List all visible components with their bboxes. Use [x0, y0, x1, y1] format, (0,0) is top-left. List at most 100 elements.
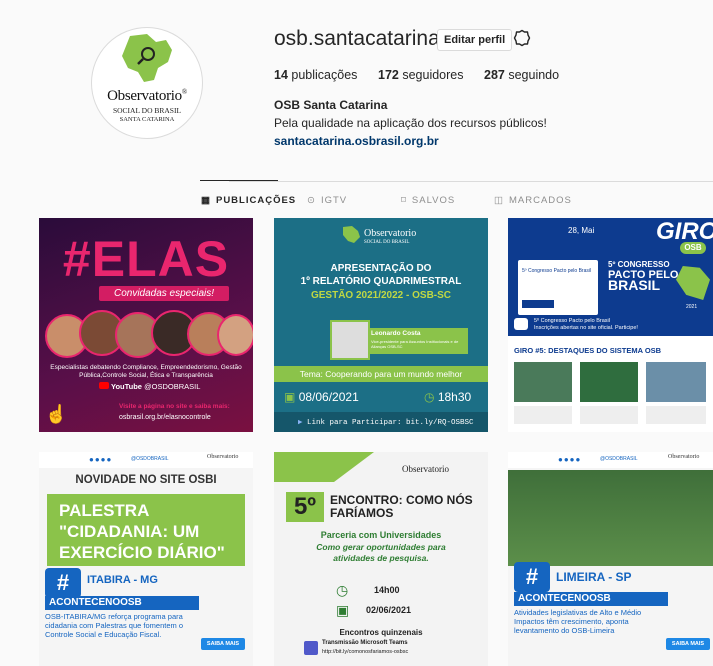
posts-stat: 14 publicações — [274, 68, 358, 82]
teams-icon — [304, 641, 318, 655]
social-bar: ●●●● @OSDOBRASIL Observatorio — [39, 452, 253, 468]
giro-osb-badge: OSB — [680, 242, 706, 254]
palestra-city: ITABIRA - MG — [87, 574, 158, 586]
osb-logo-subtitle: SOCIAL DO BRASIL — [364, 240, 410, 245]
bookmark-icon: ⌑ — [401, 195, 407, 206]
full-name: OSB Santa Catarina — [274, 98, 388, 112]
website-link[interactable]: santacatarina.osbrasil.org.br — [274, 134, 439, 148]
encontro-number: 5º — [286, 492, 324, 522]
video-icon: ▶ — [298, 419, 303, 427]
post-relatorio[interactable]: Observatorio SOCIAL DO BRASIL APRESENTAÇ… — [274, 218, 488, 432]
osb-logo-text: Observatorio — [668, 454, 700, 460]
corner-decoration — [274, 452, 374, 482]
saiba-mais-button: SAIBA MAIS — [666, 638, 710, 650]
elas-url: osbrasil.org.br/elasnocontrole — [119, 414, 211, 421]
building-photo — [508, 470, 713, 566]
speaker-photos — [45, 308, 253, 366]
social-icons: ●●●● — [89, 455, 113, 464]
social-handle: @OSDOBRASIL — [131, 456, 169, 462]
giro-text — [580, 406, 638, 424]
encontro-date: 02/06/2021 — [366, 605, 412, 615]
post-elas[interactable]: #ELAS Convidadas especiais! Especialista… — [39, 218, 253, 432]
post-encontro[interactable]: Observatorio 5º ENCONTRO: COMO NÓS FARÍA… — [274, 452, 488, 666]
elas-description: Especialistas debatendo Compliance, Empr… — [50, 364, 242, 379]
teams-label: Transmissão Microsoft Teams — [322, 640, 408, 646]
grid-icon: ▦ — [201, 195, 211, 206]
encontro-quinzenais: Encontros quinzenais — [339, 628, 423, 637]
tab-igtv[interactable]: ⊙ IGTV — [307, 195, 347, 206]
youtube-icon — [99, 382, 109, 389]
novidade-title: NOVIDADE NO SITE OSBI — [75, 474, 217, 486]
saiba-mais-button: SAIBA MAIS — [201, 638, 245, 650]
giro-thumb — [646, 362, 706, 402]
post-limeira[interactable]: ●●●● @OSDOBRASIL Observatorio # LIMEIRA … — [508, 452, 713, 666]
encontro-time: 14h00 — [374, 585, 400, 595]
post-palestra[interactable]: ●●●● @OSDOBRASIL Observatorio NOVIDADE N… — [39, 452, 253, 666]
giro-banner: 28, Mai GIRO OSB 5º Congresso Pacto pelo… — [508, 218, 713, 336]
speaker-name: Leonardo Costa — [371, 330, 421, 337]
settings-gear-icon[interactable] — [513, 29, 531, 47]
tab-salvos[interactable]: ⌑ SALVOS — [401, 195, 455, 206]
giro-thumb — [514, 362, 572, 402]
congress-card: 5º Congresso Pacto pelo Brasil — [518, 260, 598, 315]
giro-text — [646, 406, 706, 424]
brazil-map-icon — [676, 266, 710, 300]
clock-icon: ◷ — [424, 390, 435, 404]
palestra-tag: ACONTECENOOSB — [45, 596, 199, 610]
relatorio-time: ◷ 18h30 — [424, 390, 472, 404]
teams-link: http://bit.ly/comonosfariamos-osbsc — [322, 649, 409, 655]
relatorio-theme: Tema: Cooperando para um mundo melhor — [274, 366, 488, 382]
speaker-role: Vice-presidente para Assuntos Institucio… — [371, 339, 459, 349]
giro-text — [514, 406, 572, 424]
relatorio-line1: APRESENTAÇÃO DO — [330, 263, 432, 274]
speaker-photo — [217, 314, 253, 356]
calendar-icon: ▣ — [336, 602, 350, 618]
clock-icon: ◷ — [336, 582, 349, 598]
osb-logo-text: Observatorio — [402, 464, 449, 474]
social-bar: ●●●● @OSDOBRASIL Observatorio — [508, 452, 713, 468]
elas-cta: Visite a página no site e saiba mais: — [119, 403, 230, 410]
edit-profile-button[interactable]: Editar perfil — [437, 29, 513, 51]
palestra-box: PALESTRA "CIDADANIA: UM EXERCÍCIO DIÁRIO… — [47, 494, 245, 566]
encontro-sub2: Como gerar oportunidades para atividades… — [316, 542, 446, 563]
video-camera-icon — [514, 318, 528, 330]
tabs-divider — [229, 181, 713, 182]
avatar[interactable]: Observatorio® SOCIAL DO BRASIL SANTA CAT… — [91, 27, 203, 139]
relatorio-line3: GESTÃO 2021/2022 - OSB-SC — [310, 290, 452, 301]
osb-logo-text: Observatorio — [364, 228, 417, 239]
following-stat[interactable]: 287 seguindo — [484, 68, 559, 82]
followers-stat[interactable]: 172 seguidores — [378, 68, 464, 82]
logo-region: SANTA CATARINA — [119, 116, 175, 123]
giro-thumb — [580, 362, 638, 402]
tab-publicacoes[interactable]: ▦ PUBLICAÇÕES — [201, 195, 296, 206]
osb-logo-text: Observatorio — [207, 454, 239, 460]
giro-headline: GIRO #5: DESTAQUES DO SISTEMA OSB — [514, 346, 662, 355]
giro-date: 28, Mai — [568, 226, 595, 235]
speaker-card: Leonardo Costa Vice-presidente para Assu… — [368, 328, 468, 354]
tagged-icon: ◫ — [494, 195, 504, 206]
social-icons: ●●●● — [558, 455, 582, 464]
elas-subtitle: Convidadas especiais! — [99, 286, 229, 301]
relatorio-link-bar: ▶ Link para Participar: bit.ly/RQ-OSBSC — [274, 412, 488, 432]
igtv-icon: ⊙ — [307, 195, 316, 206]
username: osb.santacatarina — [274, 27, 440, 50]
active-tab-indicator — [200, 180, 278, 181]
tab-marcados[interactable]: ◫ MARCADOS — [494, 195, 572, 206]
congress-small: 5º Congresso Pacto pelo Brasil — [522, 268, 592, 274]
calendar-icon: ▣ — [284, 390, 296, 404]
hashtag-icon: # — [45, 568, 81, 598]
encontro-sub1: Parceria com Universidades — [320, 530, 442, 540]
giro-caption: 5º Congresso Pacto pelo Brasil Inscrições… — [534, 318, 638, 331]
congress-year: 2021 — [686, 304, 698, 310]
limeira-body: Atividades legislativas de Alto e Médio … — [514, 608, 642, 635]
congress-title: 5º CONGRESSO PACTO PELO BRASIL — [608, 260, 679, 293]
osb-logo: Observatorio SOCIAL DO BRASIL — [340, 224, 460, 252]
post-giro[interactable]: 28, Mai GIRO OSB 5º Congresso Pacto pelo… — [508, 218, 713, 432]
hand-pointer-icon: ☝ — [45, 404, 68, 424]
logo-subtitle: SOCIAL DO BRASIL — [112, 106, 182, 115]
relatorio-line2: 1º RELATÓRIO QUADRIMESTRAL — [300, 276, 462, 287]
speaker-photo — [330, 320, 370, 360]
youtube-line: YouTube @OSDOBRASIL — [99, 382, 209, 391]
relatorio-date: ▣ 08/06/2021 — [284, 390, 359, 404]
relatorio-link: ▶ Link para Participar: bit.ly/RQ-OSBSC — [298, 419, 474, 427]
